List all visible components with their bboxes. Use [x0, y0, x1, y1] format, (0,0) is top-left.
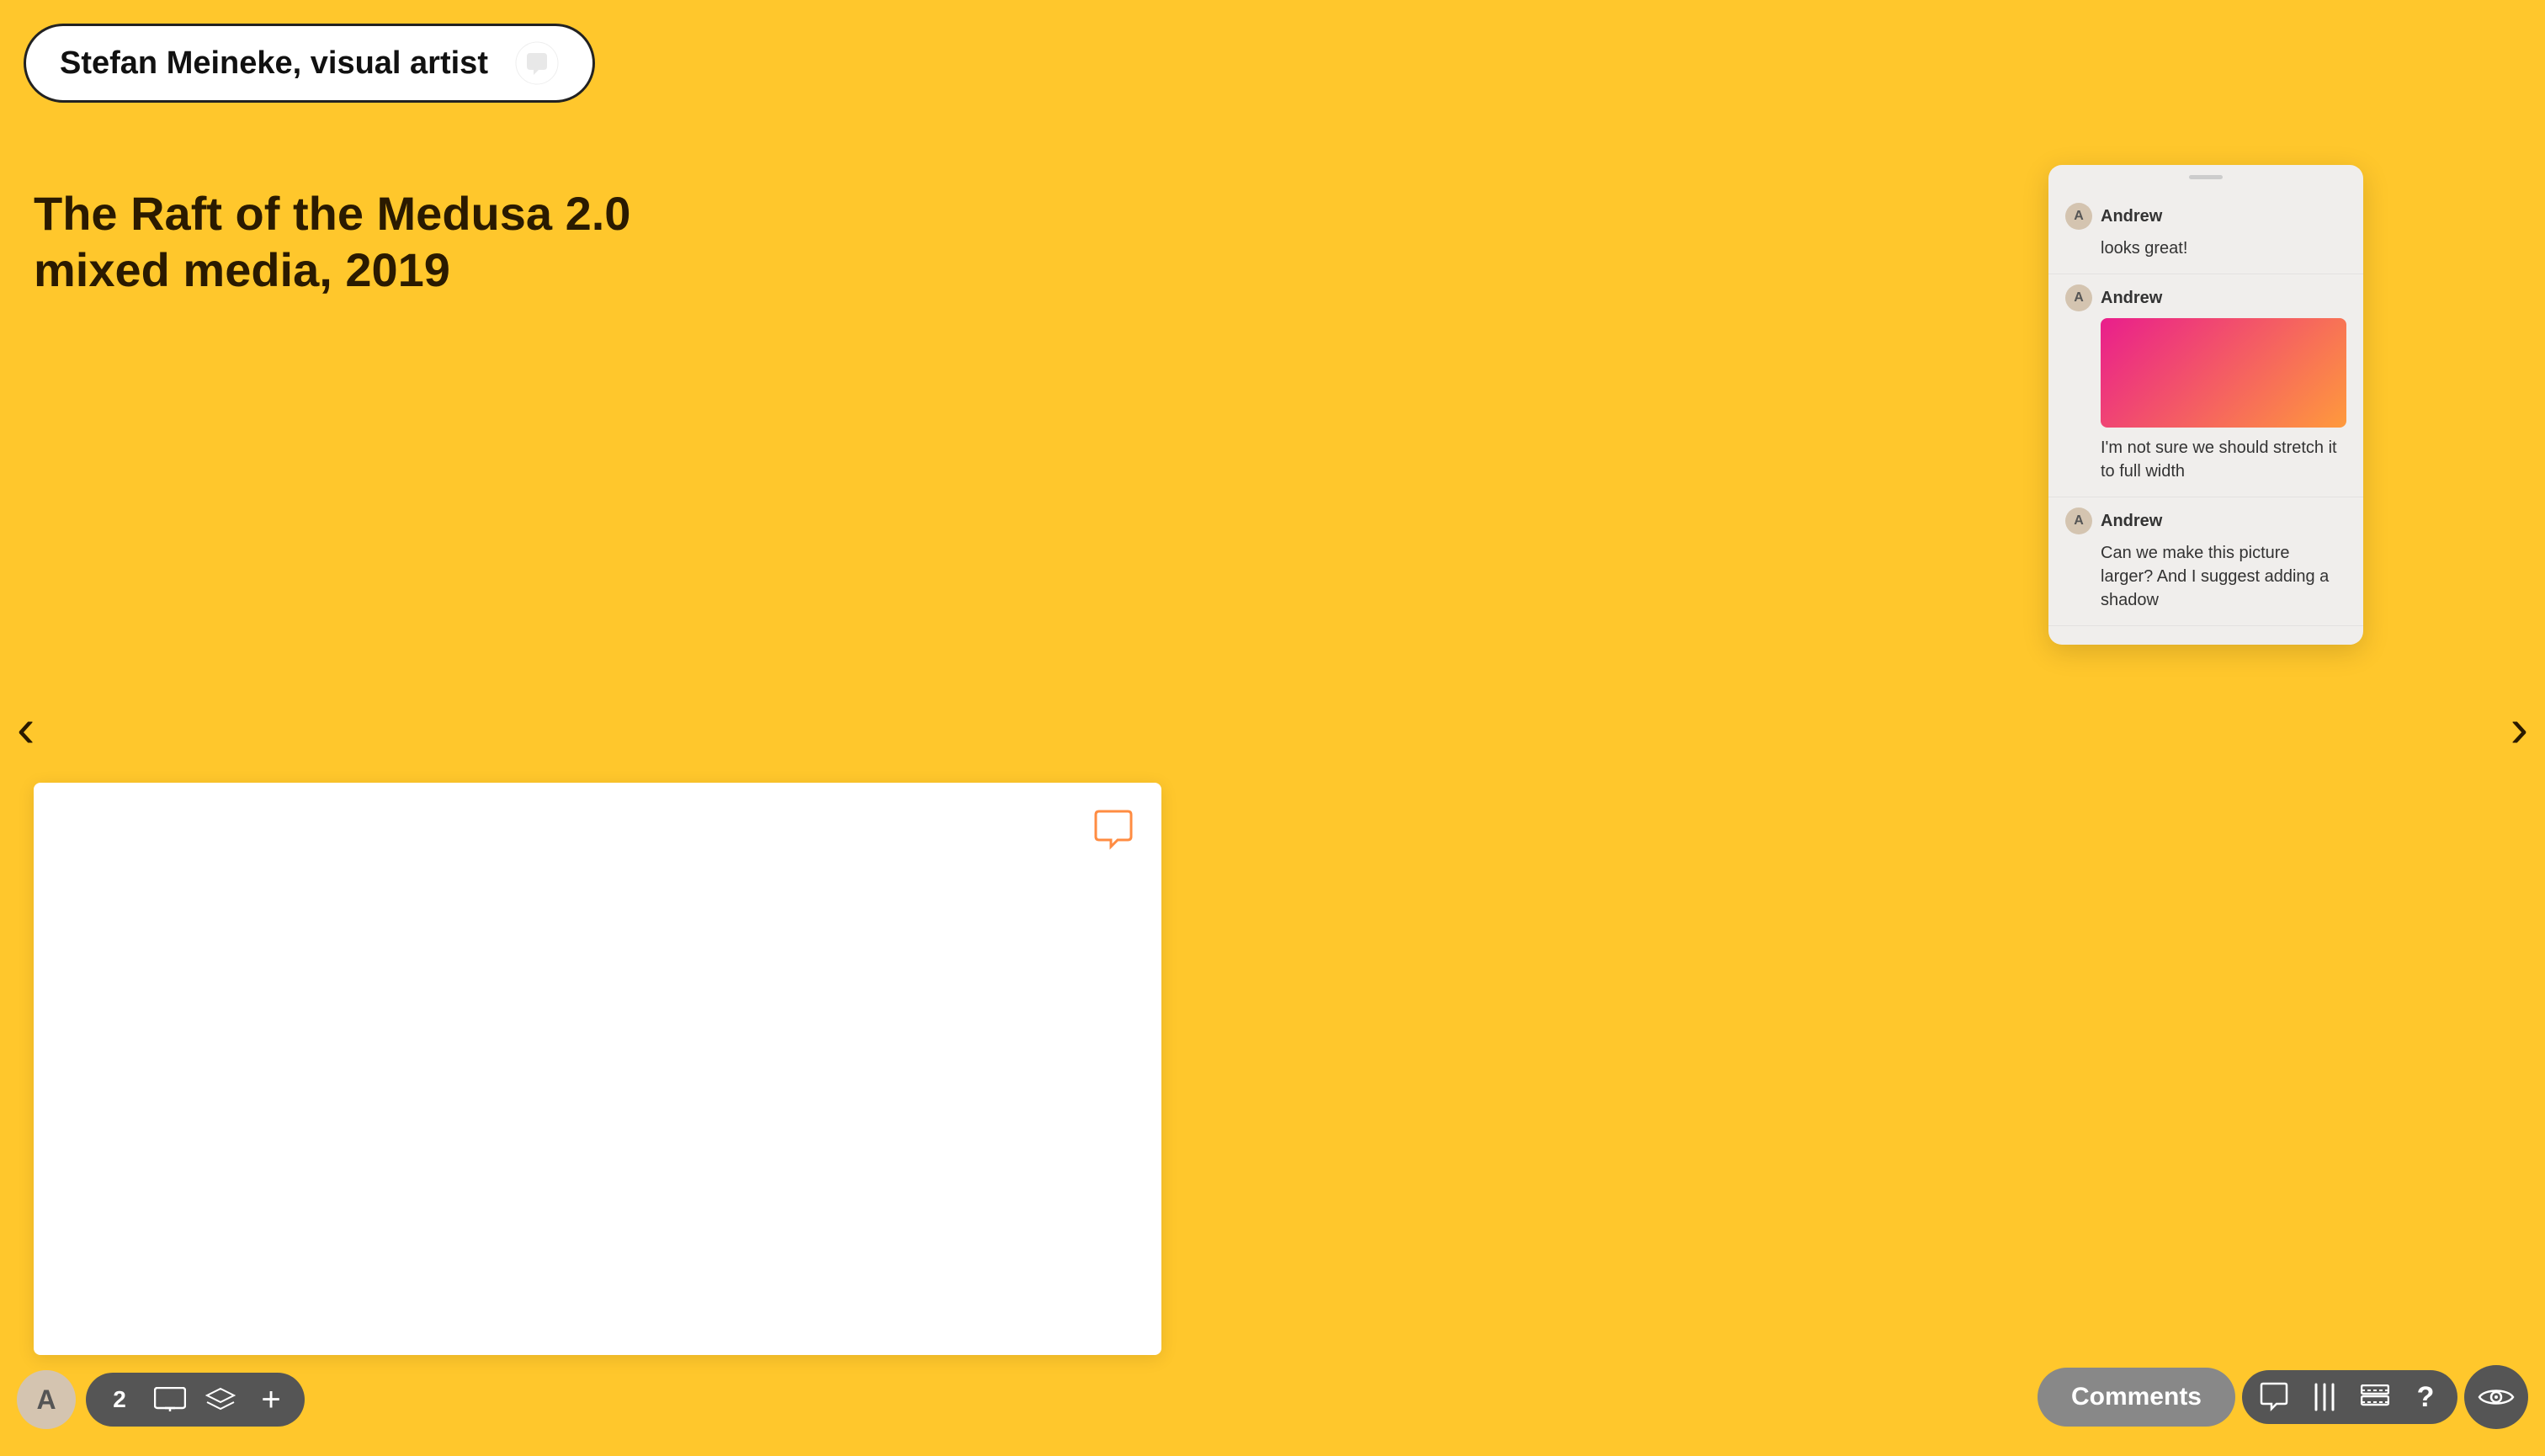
- panel-tail: [2194, 643, 2218, 645]
- avatar-3: A: [2065, 507, 2092, 534]
- monitor-icon[interactable]: [153, 1383, 187, 1416]
- chat-bubble-icon: [515, 41, 559, 85]
- artwork-info: The Raft of the Medusa 2.0 mixed media, …: [34, 185, 630, 298]
- chat-icon[interactable]: [2255, 1379, 2293, 1416]
- commenter-name-2: Andrew: [2101, 289, 2162, 308]
- comment-header-2: A Andrew: [2065, 284, 2346, 311]
- comments-button[interactable]: Comments: [2038, 1368, 2235, 1427]
- toolbar-group: 2 +: [86, 1373, 305, 1427]
- commenter-name-1: Andrew: [2101, 207, 2162, 226]
- avatar-2: A: [2065, 284, 2092, 311]
- user-avatar[interactable]: A: [17, 1370, 76, 1429]
- canvas-comment-icon[interactable]: [1091, 808, 1136, 853]
- layers-icon[interactable]: [204, 1383, 237, 1416]
- comment-header-3: A Andrew: [2065, 507, 2346, 534]
- nav-arrow-left[interactable]: ‹: [17, 701, 35, 755]
- panel-content: A Andrew looks great! A Andrew I'm not s…: [2048, 186, 2363, 645]
- layout-icon[interactable]: [2356, 1379, 2394, 1416]
- eye-button[interactable]: [2464, 1365, 2528, 1429]
- artist-name: Stefan Meineke, visual artist: [60, 45, 488, 82]
- columns-icon[interactable]: [2306, 1379, 2343, 1416]
- layer-number-icon[interactable]: 2: [103, 1383, 136, 1416]
- comment-image: [2101, 318, 2346, 428]
- comment-text-2: I'm not sure we should stretch it to ful…: [2101, 436, 2346, 483]
- canvas-area: [34, 783, 1161, 1355]
- comment-header-1: A Andrew: [2065, 203, 2346, 230]
- comment-item-2: A Andrew I'm not sure we should stretch …: [2048, 274, 2363, 497]
- artwork-title: The Raft of the Medusa 2.0 mixed media, …: [34, 185, 630, 298]
- right-toolbar: Comments ?: [2038, 1365, 2528, 1429]
- panel-drag-handle[interactable]: [2189, 175, 2223, 179]
- comment-item-3: A Andrew Can we make this picture larger…: [2048, 497, 2363, 626]
- comments-panel: A Andrew looks great! A Andrew I'm not s…: [2048, 165, 2363, 645]
- comment-text-3: Can we make this picture larger? And I s…: [2101, 541, 2346, 612]
- add-icon[interactable]: +: [254, 1383, 288, 1416]
- nav-arrow-right[interactable]: ›: [2510, 701, 2528, 755]
- commenter-name-3: Andrew: [2101, 512, 2162, 531]
- comment-text-1: looks great!: [2101, 236, 2346, 260]
- name-tag: Stefan Meineke, visual artist: [24, 24, 595, 103]
- comment-item: A Andrew looks great!: [2048, 193, 2363, 274]
- help-icon[interactable]: ?: [2407, 1379, 2444, 1416]
- right-toolbar-group: ?: [2242, 1370, 2457, 1424]
- avatar-1: A: [2065, 203, 2092, 230]
- bottom-toolbar: A 2 +: [17, 1370, 305, 1429]
